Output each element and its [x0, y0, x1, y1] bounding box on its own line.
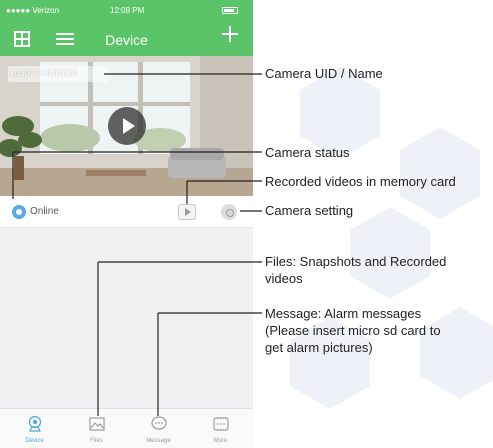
- callout-status: Camera status: [265, 145, 350, 160]
- recorded-videos-button[interactable]: [178, 204, 196, 220]
- camera-uid-label: AI0079-HUDICH: [8, 66, 108, 82]
- bottom-tab-bar: Device Files Message More: [0, 408, 253, 448]
- callout-message-line2: (Please insert micro sd card to: [265, 323, 441, 338]
- online-status-icon: [12, 205, 26, 219]
- carrier-label: ●●●●● Verizon: [6, 6, 60, 15]
- phone-screen: ●●●●● Verizon 12:08 PM Device AI0079-HUD…: [0, 0, 253, 448]
- tab-label: Device: [25, 438, 44, 444]
- add-device-button[interactable]: [222, 26, 238, 42]
- tab-label: More: [213, 438, 228, 444]
- camera-icon: [28, 416, 42, 432]
- tab-more[interactable]: More: [189, 409, 252, 448]
- tab-device[interactable]: Device: [3, 409, 66, 448]
- more-icon: [213, 417, 229, 431]
- camera-status-text: Online: [30, 206, 59, 217]
- callout-message-line3: get alarm pictures): [265, 340, 373, 355]
- message-icon: [151, 416, 167, 430]
- callout-uid: Camera UID / Name: [265, 66, 383, 81]
- callout-files-line1: Files: Snapshots and Recorded: [265, 254, 447, 269]
- image-icon: [89, 417, 105, 431]
- callout-setting: Camera setting: [265, 203, 354, 218]
- callout-message-line1: Message: Alarm messages: [265, 306, 422, 321]
- nav-bar: Device: [0, 22, 253, 56]
- tab-files[interactable]: Files: [65, 409, 128, 448]
- status-time: 12:08 PM: [110, 6, 145, 15]
- play-icon[interactable]: [108, 107, 146, 145]
- tab-message[interactable]: Message: [127, 409, 190, 448]
- status-bar: ●●●●● Verizon 12:08 PM: [0, 0, 253, 22]
- tab-label: Message: [146, 438, 171, 444]
- camera-settings-button[interactable]: [221, 204, 237, 220]
- callout-recorded: Recorded videos in memory card: [265, 174, 456, 189]
- camera-status-row: Online: [0, 196, 253, 228]
- callout-files-line2: videos: [265, 271, 303, 286]
- battery-icon: [222, 7, 238, 14]
- tab-label: Files: [90, 438, 103, 444]
- page-title: Device: [105, 32, 148, 48]
